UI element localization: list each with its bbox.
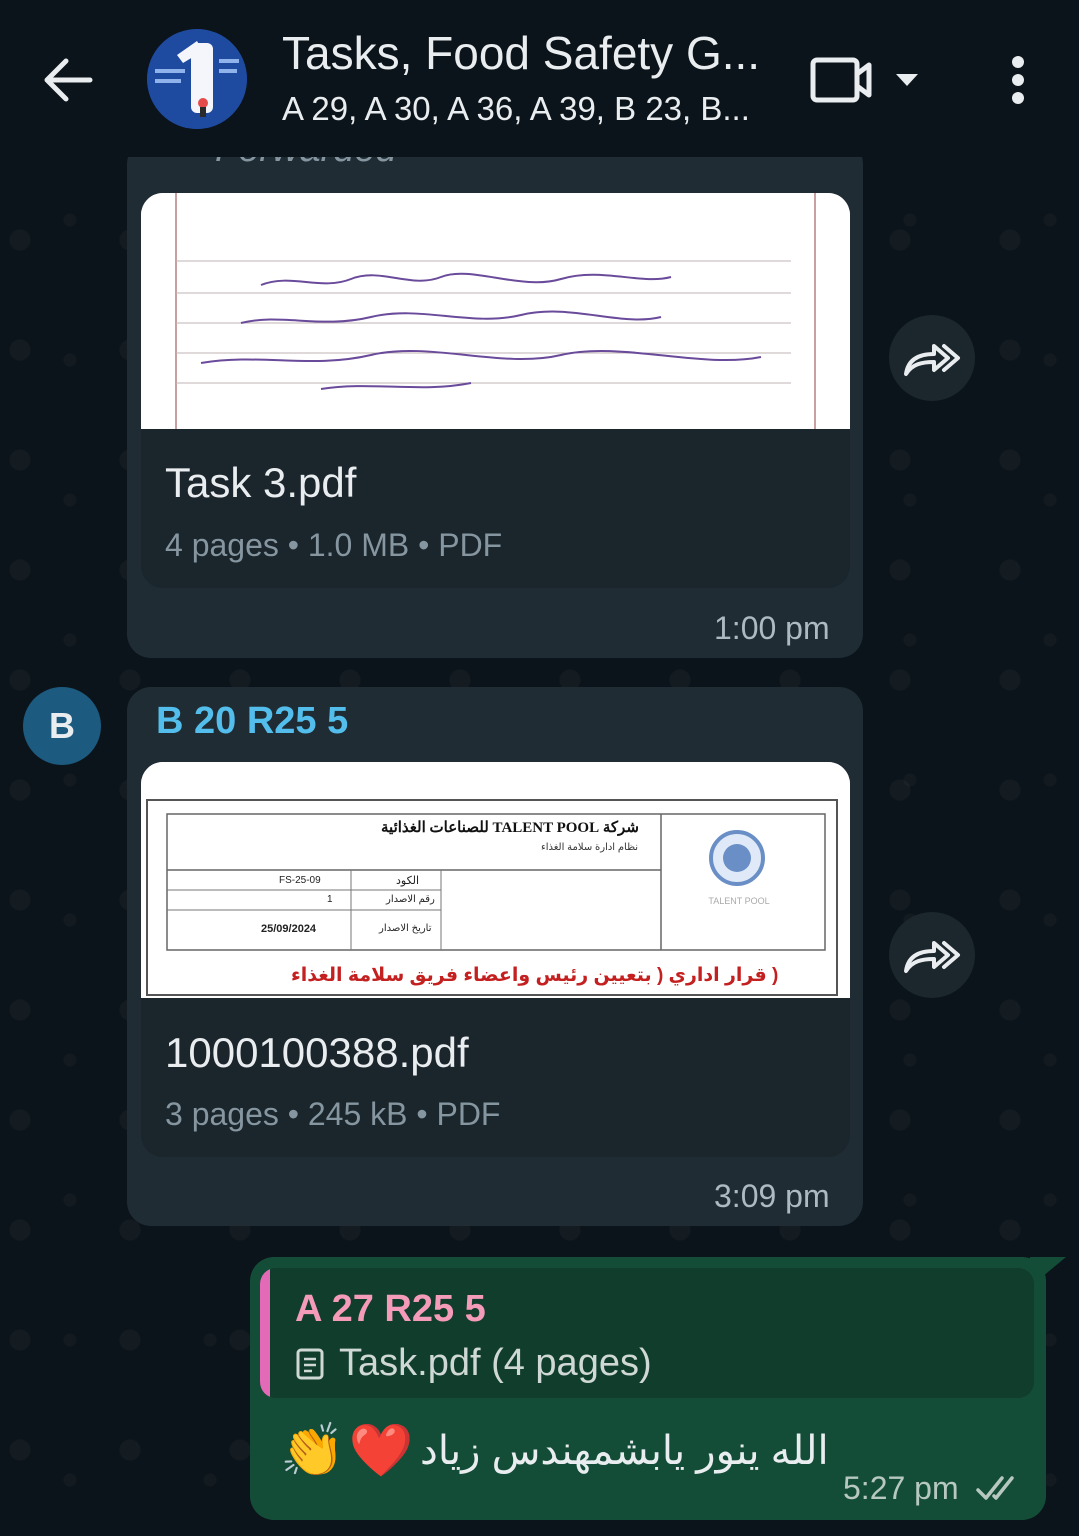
form-company: شركة TALENT POOL للصناعات الغذائية (381, 820, 639, 836)
double-check-icon (976, 1476, 1014, 1500)
form-issue-label: رقم الاصدار (386, 894, 435, 905)
document-name: Task 3.pdf (165, 459, 357, 506)
message-time: 1:00 pm (714, 610, 830, 646)
forward-button[interactable] (889, 912, 975, 998)
back-arrow-icon (44, 58, 93, 102)
document-card[interactable]: Task 3.pdf 4 pages • 1.0 MB • PDF (141, 193, 850, 588)
message-text: الله ينور يابشمهندس زياد (420, 1429, 829, 1473)
document-thumbnail (141, 193, 850, 429)
clapping-hands-emoji: 👏 (280, 1422, 345, 1480)
sender-name[interactable]: B 20 R25 5 (156, 700, 348, 743)
handwritten-page-preview (141, 193, 850, 429)
more-options-button[interactable] (995, 50, 1041, 110)
chat-participants[interactable]: A 29, A 30, A 36, A 39, B 23, B... (282, 90, 782, 128)
forward-icon (904, 941, 960, 973)
form-date-value: 25/09/2024 (261, 923, 317, 935)
chat-header: Tasks, Food Safety G... A 29, A 30, A 36… (0, 0, 1079, 157)
form-page-preview: TALENT POOL (141, 762, 850, 998)
message-time: 3:09 pm (714, 1178, 830, 1214)
video-camera-icon (810, 57, 918, 103)
more-vertical-icon (1012, 56, 1024, 104)
chevron-down-icon (896, 74, 918, 86)
form-code-label: الكود (396, 875, 420, 887)
back-button[interactable] (36, 48, 100, 112)
quote-document: Task.pdf (4 pages) (295, 1342, 652, 1385)
sender-avatar[interactable]: B (23, 687, 101, 765)
form-decision: ( قرار اداري ( بتعيين رئيس واعضاء فريق س… (291, 965, 779, 986)
document-thumbnail: TALENT POOL شركة TALENT POOL للصناعات ال… (141, 762, 850, 998)
document-meta: 3 pages • 245 kB • PDF (165, 1096, 501, 1132)
svg-text:TALENT POOL: TALENT POOL (708, 896, 769, 906)
chat-title[interactable]: Tasks, Food Safety G... (282, 26, 782, 80)
form-date-label: تاريخ الاصدار (379, 923, 432, 934)
document-icon (296, 1348, 324, 1379)
group-avatar[interactable] (147, 29, 247, 129)
quote-author: A 27 R25 5 (295, 1288, 486, 1330)
group-logo-image (147, 29, 247, 129)
form-system: نظام ادارة سلامة الغذاء (541, 842, 639, 853)
form-issue-value: 1 (327, 894, 333, 905)
forward-button[interactable] (889, 315, 975, 401)
quoted-message[interactable]: A 27 R25 5 Task.pdf (4 pages) (260, 1268, 1034, 1398)
document-card[interactable]: TALENT POOL شركة TALENT POOL للصناعات ال… (141, 762, 850, 1157)
emoji-row: 👏 ❤️ (280, 1420, 414, 1481)
form-code-value: FS-25-09 (279, 875, 321, 886)
quote-document-label: Task.pdf (4 pages) (339, 1342, 652, 1384)
document-meta: 4 pages • 1.0 MB • PDF (165, 527, 503, 563)
message-time: 5:27 pm (843, 1470, 959, 1506)
video-call-button[interactable] (805, 50, 935, 110)
red-heart-emoji: ❤️ (348, 1422, 414, 1480)
document-name: 1000100388.pdf (165, 1029, 469, 1076)
quote-accent-bar (260, 1268, 270, 1398)
forward-icon (904, 344, 960, 376)
